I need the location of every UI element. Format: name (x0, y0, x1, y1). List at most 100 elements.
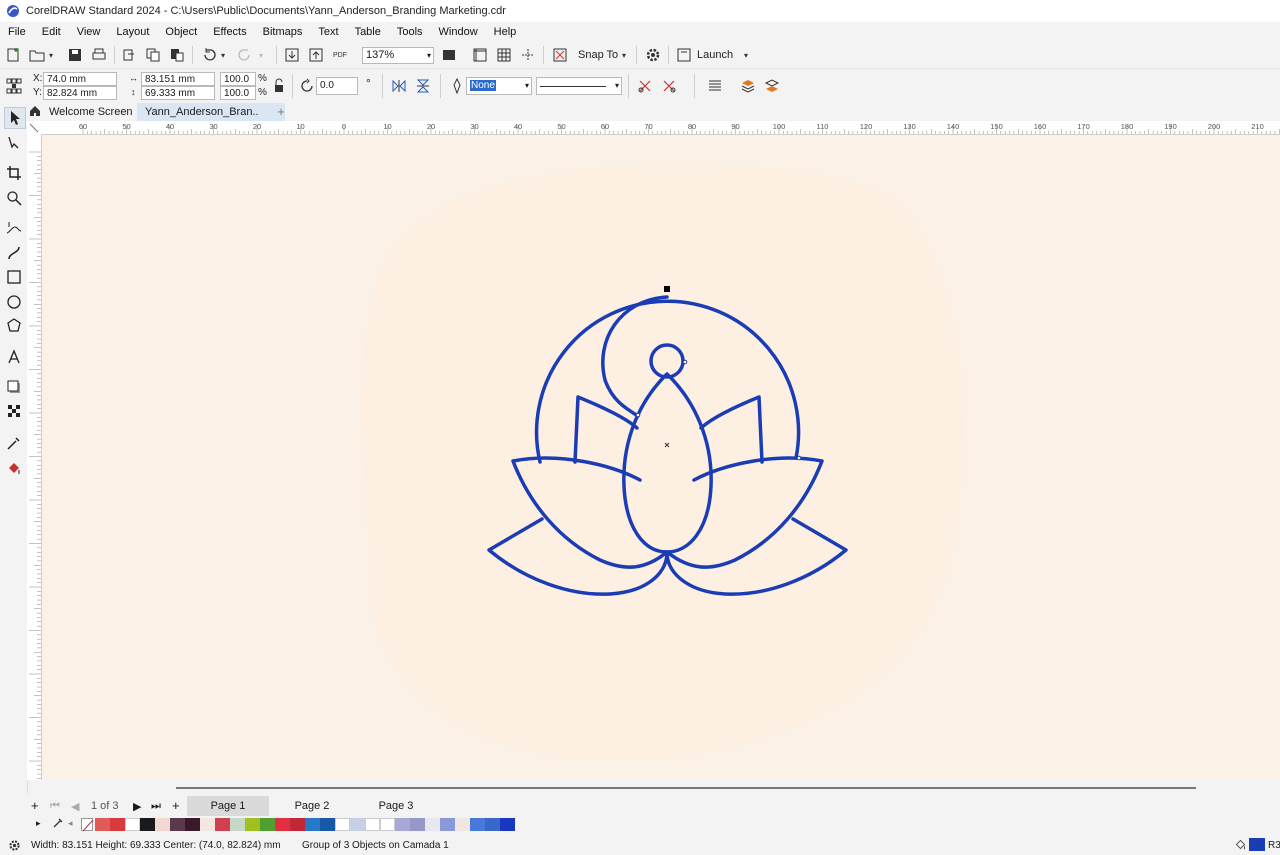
snap-to-dropdown-icon[interactable]: ▾ (618, 46, 630, 64)
color-swatch[interactable] (230, 818, 245, 831)
outline-width-dropdown-icon[interactable]: ▾ (525, 78, 529, 94)
line-style-dropdown-icon[interactable]: ▾ (615, 79, 619, 93)
import-icon[interactable] (283, 46, 301, 64)
menu-edit[interactable]: Edit (34, 26, 69, 38)
redo-dropdown-icon[interactable]: ▾ (256, 46, 266, 64)
node-point[interactable] (682, 359, 688, 365)
vertical-ruler[interactable] (27, 134, 42, 801)
color-swatch[interactable] (185, 818, 200, 831)
options-gear-icon[interactable] (644, 46, 662, 64)
menu-table[interactable]: Table (347, 26, 389, 38)
print-icon[interactable] (90, 46, 108, 64)
palette-scroll-left-icon[interactable]: ◂ (68, 818, 73, 829)
scale-width-field[interactable]: 100.0 (220, 72, 256, 86)
scale-height-field[interactable]: 100.0 (220, 86, 256, 100)
lock-ratio-icon[interactable] (270, 77, 288, 95)
artistic-media-tool-icon[interactable] (4, 243, 24, 263)
tab-active-document[interactable]: Yann_Anderson_Bran.. (137, 103, 285, 121)
scrollbar-thumb[interactable] (176, 787, 1196, 789)
node-point[interactable] (635, 412, 641, 418)
menu-effects[interactable]: Effects (205, 26, 254, 38)
zoom-dropdown-icon[interactable]: ▾ (427, 48, 431, 63)
menu-window[interactable]: Window (431, 26, 486, 38)
horizontal-scrollbar[interactable] (42, 780, 1280, 796)
menu-bitmaps[interactable]: Bitmaps (255, 26, 311, 38)
outline-color-indicator[interactable] (1249, 838, 1265, 851)
mirror-horizontal-icon[interactable] (390, 77, 408, 95)
open-folder-icon[interactable] (28, 46, 46, 64)
show-rulers-icon[interactable] (471, 46, 489, 64)
publish-pdf-icon[interactable]: PDF (331, 46, 349, 64)
interactive-fill-tool-icon[interactable] (4, 458, 24, 478)
rectangle-tool-icon[interactable] (4, 267, 24, 287)
launch-dropdown-icon[interactable]: ▾ (740, 46, 752, 64)
add-page-after-icon[interactable]: + (172, 798, 180, 813)
eyedropper-tool-icon[interactable] (4, 433, 24, 453)
menu-file[interactable]: File (0, 26, 34, 38)
undo-icon[interactable] (200, 46, 218, 64)
show-guidelines-icon[interactable] (519, 46, 537, 64)
transparency-tool-icon[interactable] (4, 401, 24, 421)
line-style-field[interactable]: ▾ (536, 77, 622, 95)
ruler-origin-corner[interactable] (27, 121, 44, 135)
color-swatch[interactable] (275, 818, 290, 831)
color-swatch[interactable] (290, 818, 305, 831)
cut-icon[interactable] (120, 46, 138, 64)
color-swatch[interactable] (215, 818, 230, 831)
full-screen-preview-icon[interactable] (440, 46, 458, 64)
color-swatch[interactable] (365, 818, 380, 831)
zoom-level-field[interactable]: 137% ▾ (362, 47, 434, 64)
tab-welcome-screen[interactable]: Welcome Screen (41, 103, 141, 121)
open-dropdown-icon[interactable]: ▾ (46, 46, 56, 64)
color-swatch[interactable] (425, 818, 440, 831)
zoom-tool-icon[interactable] (4, 188, 24, 208)
launch-icon[interactable] (675, 46, 693, 64)
crop-tool-icon[interactable] (4, 163, 24, 183)
paste-icon[interactable] (168, 46, 186, 64)
combine-icon[interactable] (660, 77, 678, 95)
export-icon[interactable] (307, 46, 325, 64)
color-swatch[interactable] (305, 818, 320, 831)
y-position-field[interactable]: 82.824 mm (43, 86, 117, 100)
color-swatch[interactable] (245, 818, 260, 831)
palette-expand-icon[interactable]: ▸ (36, 818, 41, 829)
last-page-icon[interactable]: ⏭ (151, 800, 161, 813)
freehand-tool-icon[interactable] (4, 218, 24, 238)
color-swatch[interactable] (455, 818, 470, 831)
snap-to-button[interactable]: Snap To (578, 49, 618, 61)
undo-dropdown-icon[interactable]: ▾ (218, 46, 228, 64)
new-tab-plus-icon[interactable]: + (273, 104, 289, 120)
color-swatch[interactable] (485, 818, 500, 831)
first-page-icon[interactable]: ⏮ (50, 800, 60, 813)
color-swatch[interactable] (380, 818, 395, 831)
fill-bucket-icon[interactable] (1234, 838, 1247, 854)
color-swatch[interactable] (395, 818, 410, 831)
home-icon[interactable] (29, 105, 41, 117)
horizontal-ruler[interactable]: 60 50 40 30 20 10 0 10 20 30 40 50 60 70 80 90 100 110 120… (43, 121, 1280, 135)
color-swatch[interactable] (410, 818, 425, 831)
mirror-vertical-icon[interactable] (414, 77, 432, 95)
show-grid-icon[interactable] (495, 46, 513, 64)
object-origin-icon[interactable] (4, 76, 24, 96)
outline-width-field[interactable]: None ▾ (466, 77, 532, 95)
selection-node-handle[interactable] (664, 286, 670, 292)
color-swatch[interactable] (350, 818, 365, 831)
width-field[interactable]: 83.151 mm (141, 72, 215, 86)
color-swatch[interactable] (155, 818, 170, 831)
page-tab-1[interactable]: Page 1 (187, 796, 269, 816)
shape-tool-icon[interactable] (4, 133, 24, 153)
wrap-text-icon[interactable] (706, 77, 724, 95)
color-swatch[interactable] (260, 818, 275, 831)
next-page-icon[interactable]: ▶ (133, 800, 141, 813)
snap-off-icon[interactable] (551, 46, 569, 64)
color-swatch[interactable] (140, 818, 155, 831)
rotation-angle-field[interactable]: 0.0 (316, 77, 358, 95)
color-swatch[interactable] (335, 818, 350, 831)
add-page-before-icon[interactable]: + (31, 798, 39, 813)
to-front-icon[interactable] (739, 77, 757, 95)
previous-page-icon[interactable]: ◀ (71, 800, 79, 813)
save-icon[interactable] (66, 46, 84, 64)
color-swatch[interactable] (200, 818, 215, 831)
color-swatch[interactable] (470, 818, 485, 831)
color-swatch[interactable] (440, 818, 455, 831)
